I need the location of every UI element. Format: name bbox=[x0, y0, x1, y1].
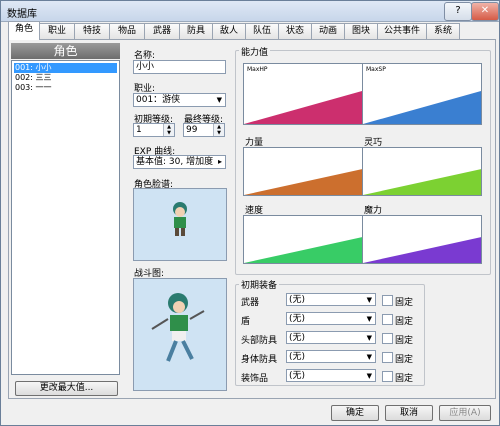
apply-button[interactable]: 应用(A) bbox=[439, 405, 491, 421]
tab-states[interactable]: 状态 bbox=[278, 23, 312, 39]
fixed-checkbox[interactable] bbox=[382, 333, 393, 344]
param-label: MaxSP bbox=[366, 66, 386, 73]
character-sprite-icon bbox=[173, 202, 187, 236]
equipment-select[interactable]: (无) ▼ bbox=[286, 293, 376, 306]
chevron-down-icon: ▼ bbox=[366, 372, 372, 380]
chevron-right-icon: ▸ bbox=[217, 157, 222, 166]
param-chart[interactable] bbox=[243, 147, 363, 196]
ok-button[interactable]: 确定 bbox=[331, 405, 379, 421]
exp-curve-value: 基本值: 30, 增加度 bbox=[136, 157, 214, 167]
fixed-label: 固定 bbox=[395, 336, 414, 346]
param-curve bbox=[244, 91, 362, 124]
final-level-value: 99 bbox=[186, 125, 198, 135]
name-field[interactable]: 小小 bbox=[133, 60, 226, 74]
equipment-select[interactable]: (无) ▼ bbox=[286, 350, 376, 363]
tab-troops[interactable]: 队伍 bbox=[245, 23, 279, 39]
equipment-slot-label: 盾 bbox=[241, 317, 251, 327]
chevron-down-icon: ▼ bbox=[366, 296, 372, 304]
equipment-select[interactable]: (无) ▼ bbox=[286, 312, 376, 325]
param-curve bbox=[363, 237, 481, 263]
param-chart[interactable] bbox=[243, 215, 363, 264]
equipment-select-value: (无) bbox=[289, 352, 306, 362]
list-item[interactable]: 003: 一一 bbox=[14, 83, 117, 93]
battler-graphic[interactable] bbox=[133, 278, 227, 391]
class-select[interactable]: 001：游侠 ▼ bbox=[133, 93, 226, 107]
tab-tilesets[interactable]: 图块 bbox=[344, 23, 378, 39]
fixed-checkbox[interactable] bbox=[382, 314, 393, 325]
close-button[interactable]: ✕ bbox=[471, 2, 499, 21]
chevron-down-icon: ▼ bbox=[366, 353, 372, 361]
equipment-select[interactable]: (无) ▼ bbox=[286, 331, 376, 344]
tab-common-events[interactable]: 公共事件 bbox=[377, 23, 427, 39]
class-select-value: 001：游侠 bbox=[136, 95, 181, 105]
tab-skills[interactable]: 特技 bbox=[74, 23, 110, 39]
change-max-button[interactable]: 更改最大值... bbox=[15, 381, 118, 396]
param-label: MaxHP bbox=[247, 66, 268, 73]
tab-classes[interactable]: 职业 bbox=[39, 23, 75, 39]
tab-items[interactable]: 物品 bbox=[109, 23, 145, 39]
chevron-down-icon: ▼ bbox=[366, 334, 372, 342]
fixed-label: 固定 bbox=[395, 298, 414, 308]
param-curve bbox=[244, 237, 362, 263]
help-button[interactable]: ? bbox=[444, 2, 472, 21]
tab-actors[interactable]: 角色 bbox=[8, 21, 40, 40]
equipment-slot-label: 身体防具 bbox=[241, 355, 278, 365]
tab-weapons[interactable]: 武器 bbox=[144, 23, 180, 39]
param-chart[interactable]: MaxHP bbox=[243, 63, 363, 125]
tab-animations[interactable]: 动画 bbox=[311, 23, 345, 39]
exp-curve-button[interactable]: 基本值: 30, 增加度 ▸ bbox=[133, 155, 226, 169]
param-curve bbox=[363, 91, 481, 124]
fixed-label: 固定 bbox=[395, 374, 414, 384]
param-chart[interactable]: MaxSP bbox=[362, 63, 482, 125]
param-curve bbox=[363, 169, 481, 195]
equipment-select-value: (无) bbox=[289, 314, 306, 324]
equipment-select[interactable]: (无) ▼ bbox=[286, 369, 376, 382]
equipment-group-title: 初期装备 bbox=[239, 278, 280, 291]
param-chart[interactable] bbox=[362, 215, 482, 264]
actor-list[interactable]: 001: 小小 002: 三三 003: 一一 bbox=[11, 60, 120, 375]
tab-enemies[interactable]: 敌人 bbox=[212, 23, 246, 39]
fixed-checkbox[interactable] bbox=[382, 371, 393, 382]
chevron-down-icon: ▼ bbox=[366, 315, 372, 323]
initial-level-value: 1 bbox=[136, 125, 142, 135]
list-item[interactable]: 001: 小小 bbox=[14, 63, 117, 73]
battler-sprite-icon bbox=[151, 293, 205, 362]
tab-armors[interactable]: 防具 bbox=[179, 23, 213, 39]
equipment-slot-label: 装饰品 bbox=[241, 374, 269, 384]
equipment-select-value: (无) bbox=[289, 295, 306, 305]
spin-arrows-icon[interactable]: ▲ ▼ bbox=[163, 124, 174, 136]
equipment-slot-label: 武器 bbox=[241, 298, 260, 308]
face-graphic[interactable] bbox=[133, 188, 227, 261]
title-bar: 数据库 ? ✕ bbox=[1, 1, 499, 22]
fixed-checkbox[interactable] bbox=[382, 352, 393, 363]
fixed-label: 固定 bbox=[395, 355, 414, 365]
equipment-slot-label: 头部防具 bbox=[241, 336, 278, 346]
window-title: 数据库 bbox=[7, 9, 37, 20]
cancel-button[interactable]: 取消 bbox=[385, 405, 433, 421]
spin-arrows-icon[interactable]: ▲ ▼ bbox=[213, 124, 224, 136]
actor-list-header: 角色 bbox=[11, 43, 120, 59]
param-curve bbox=[244, 169, 362, 195]
database-window: 数据库 ? ✕ 角色 职业 特技 物品 武器 防具 敌人 队伍 状态 动画 图块… bbox=[0, 0, 500, 426]
final-level-stepper[interactable]: 99 ▲ ▼ bbox=[183, 123, 225, 137]
tab-system[interactable]: 系统 bbox=[426, 23, 460, 39]
equipment-select-value: (无) bbox=[289, 333, 306, 343]
fixed-checkbox[interactable] bbox=[382, 295, 393, 306]
equipment-select-value: (无) bbox=[289, 371, 306, 381]
param-chart[interactable] bbox=[362, 147, 482, 196]
initial-level-stepper[interactable]: 1 ▲ ▼ bbox=[133, 123, 175, 137]
chevron-down-icon: ▼ bbox=[216, 96, 222, 104]
parameters-group-title: 能力值 bbox=[239, 45, 271, 58]
fixed-label: 固定 bbox=[395, 317, 414, 327]
list-item[interactable]: 002: 三三 bbox=[14, 73, 117, 83]
